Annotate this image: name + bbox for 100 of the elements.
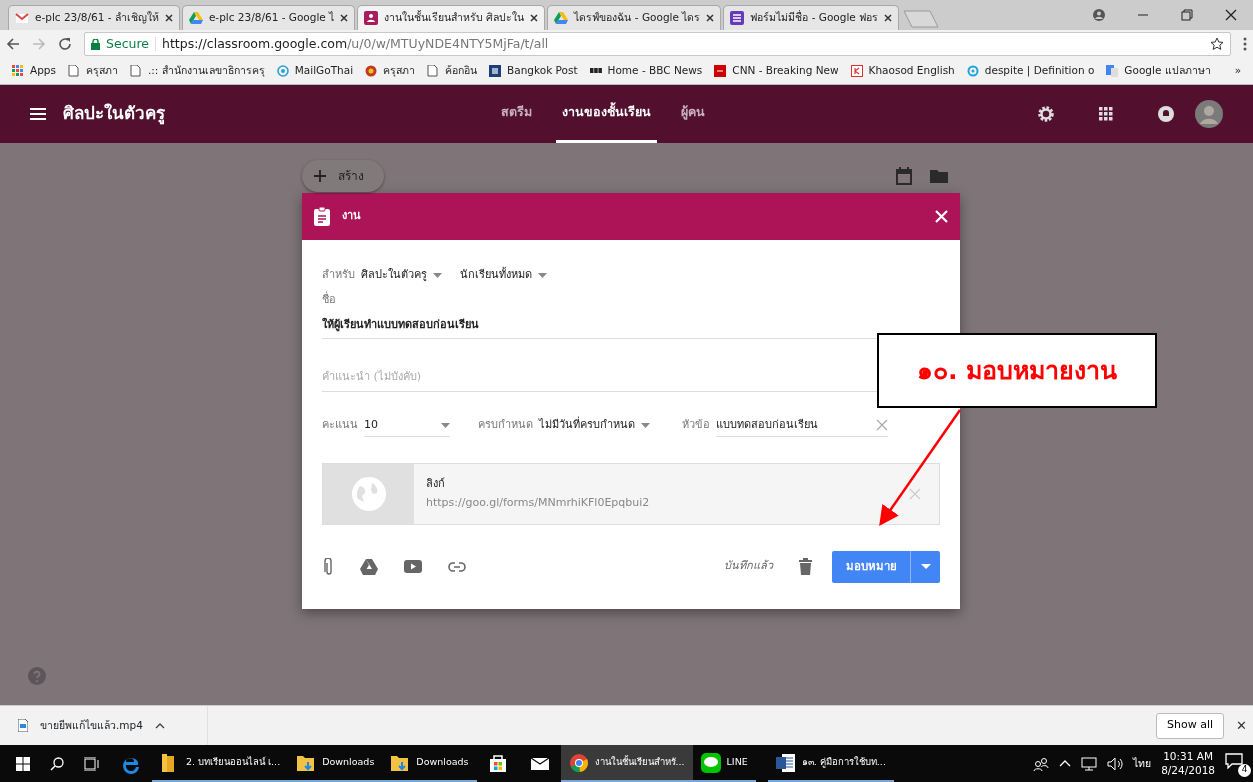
topic-field[interactable]: แบบทดสอบก่อนเรียน — [716, 414, 888, 437]
due-dropdown[interactable]: ไม่มีวันที่ครบกำหนด — [539, 417, 650, 434]
link-attachment[interactable]: ลิงก์ https://goo.gl/forms/MNmrhiKFl0Epqbui2 — [322, 462, 940, 525]
star-icon[interactable] — [1210, 37, 1224, 51]
field-label: ชื่อ — [322, 292, 337, 308]
saved-status: บันทึกแล้ว — [724, 558, 773, 575]
nav-tab[interactable]: งานของชั้นเรียน — [556, 85, 657, 143]
search-icon[interactable] — [50, 756, 64, 771]
browser-tab[interactable]: งานในชั้นเรียนสำหรับ ศิลปะใน — [357, 5, 546, 30]
close-button[interactable]: ✕ — [1236, 715, 1247, 736]
class-title: ศิลปะในตัวครู — [63, 102, 165, 127]
taskbar-item[interactable]: ๑๓. คู่มือการใช้บท... — [767, 745, 894, 782]
overflow-chevron[interactable]: » — [1234, 63, 1242, 79]
task-view-icon[interactable] — [84, 756, 100, 771]
close-icon[interactable] — [884, 14, 893, 22]
bookmark[interactable]: MailGoThai — [276, 63, 354, 79]
bookmark[interactable]: Home - BBC News — [589, 63, 703, 79]
network-icon[interactable] — [1081, 756, 1098, 771]
page-icon — [427, 65, 440, 77]
points-field[interactable]: 10 — [364, 414, 450, 437]
trash-icon[interactable] — [799, 558, 812, 575]
browser-tab[interactable]: ไดรฟ์ของฉัน - Google ไดร — [547, 5, 722, 30]
browser-tab[interactable]: e-plc 23/8/61 - Google ไ — [181, 5, 356, 30]
close-icon[interactable] — [706, 14, 715, 22]
bag-icon — [487, 752, 508, 773]
windows-icon[interactable] — [16, 756, 30, 771]
taskbar-item[interactable]: Downloads — [288, 745, 383, 782]
students-dropdown[interactable]: นักเรียนทั้งหมด — [460, 266, 547, 284]
people-icon[interactable] — [1033, 756, 1050, 771]
assign-options-button[interactable] — [910, 550, 940, 583]
close-icon[interactable] — [164, 14, 173, 22]
bookmark[interactable]: Khaosod English — [850, 63, 955, 79]
account-icon[interactable] — [1092, 8, 1106, 22]
reload-icon[interactable] — [58, 37, 72, 51]
bookmark[interactable]: Google แปลภาษา — [1106, 63, 1211, 79]
dropdown-arrow-icon[interactable] — [641, 423, 650, 428]
taskbar-item[interactable]: LINE — [692, 745, 756, 782]
field-label: ครบกำหนด — [478, 417, 533, 434]
bookmark[interactable]: .:: สำนักงานเลขาธิการครุ — [130, 63, 265, 79]
page-icon — [68, 65, 80, 77]
taskbar-item[interactable]: Downloads — [382, 745, 477, 782]
at-sign-icon — [276, 65, 289, 77]
bookmark[interactable]: Bangkok Post — [489, 63, 578, 79]
close-icon[interactable] — [530, 14, 539, 22]
ring-icon — [966, 65, 979, 77]
chevron-up-icon[interactable] — [1059, 760, 1072, 767]
language-indicator[interactable]: ไทย — [1133, 755, 1152, 772]
taskbar-item[interactable]: 2. บทเรียนออนไลน์ เ... — [152, 745, 289, 782]
bookmark[interactable]: ครุสภา — [68, 63, 118, 79]
bookmark[interactable]: despite | Definition o — [966, 63, 1095, 79]
tag-icon — [850, 65, 863, 77]
avatar-icon[interactable] — [1195, 100, 1223, 128]
apps-icon[interactable] — [1099, 107, 1113, 121]
assign-button[interactable]: มอบหมาย — [832, 550, 910, 583]
settings-icon[interactable] — [1037, 105, 1055, 123]
dropdown-arrow-icon[interactable] — [538, 272, 547, 278]
chevron-icon[interactable] — [154, 722, 165, 729]
attachment-url: https://goo.gl/forms/MNmrhiKFl0Epqbui2 — [426, 495, 651, 511]
secure-label: Secure — [106, 34, 149, 53]
taskbar-item[interactable]: งานในชั้นเรียนสำหรั... — [560, 745, 693, 782]
field-label: คะแนน — [322, 417, 358, 434]
volume-icon[interactable] — [1107, 756, 1124, 771]
dropdown-arrow-icon[interactable] — [433, 272, 442, 278]
class-dropdown[interactable]: ศิลปะในตัวครู — [361, 266, 442, 284]
bookmark[interactable]: CNN - Breaking New — [714, 63, 839, 79]
restore-icon[interactable] — [1180, 8, 1194, 22]
clock-date[interactable]: 8/24/2018 — [1161, 763, 1215, 778]
emblem-icon — [365, 65, 378, 77]
caret-icon — [920, 564, 931, 569]
browser-tab[interactable]: e-plc 23/8/61 - ลำเชิญให้ — [8, 5, 180, 30]
triangle-icon[interactable] — [360, 558, 378, 575]
link-icon[interactable] — [448, 561, 466, 572]
address-bar[interactable]: Secure https://classroom.google.com/u/0/w/MTUyNDE4NTY5MjFa/t/all — [84, 32, 1231, 56]
close-icon[interactable] — [1224, 8, 1238, 22]
download-file-name[interactable]: ขายยีพแก้ไขแล้ว.mp4 — [40, 717, 143, 734]
clipboard-icon — [314, 207, 330, 226]
more-icon[interactable] — [1243, 37, 1247, 51]
bookmark[interactable]: ครุสภา — [365, 63, 416, 79]
bell-icon[interactable] — [1157, 105, 1175, 123]
create-button[interactable]: สร้าง — [302, 159, 384, 192]
mail-icon — [15, 11, 29, 25]
field-label: หัวข้อ — [682, 417, 710, 434]
browser-tab[interactable]: ฟอร์มไม่มีชื่อ - Google ฟอร — [723, 5, 900, 30]
plus-icon — [314, 169, 326, 182]
dropdown-arrow-icon[interactable] — [441, 422, 450, 428]
play-icon[interactable] — [404, 560, 422, 573]
folder-icon[interactable] — [930, 168, 948, 183]
clock-time[interactable]: 10:31 AM — [1163, 749, 1213, 764]
back-icon[interactable] — [6, 37, 20, 51]
show-all-button[interactable]: Show all — [1156, 712, 1225, 739]
menu-icon[interactable] — [30, 108, 46, 120]
bookmark[interactable]: Apps — [12, 63, 56, 79]
nav-tab[interactable]: ผู้คน — [675, 85, 711, 143]
nav-tab[interactable]: สตรีม — [495, 85, 538, 143]
paperclip-icon[interactable] — [324, 557, 334, 576]
close-icon[interactable] — [340, 14, 349, 22]
bookmark[interactable]: ค้อกอิน — [427, 63, 478, 79]
calendar-icon[interactable] — [896, 166, 912, 185]
newspaper-icon — [489, 65, 502, 77]
document-icon — [775, 752, 796, 773]
